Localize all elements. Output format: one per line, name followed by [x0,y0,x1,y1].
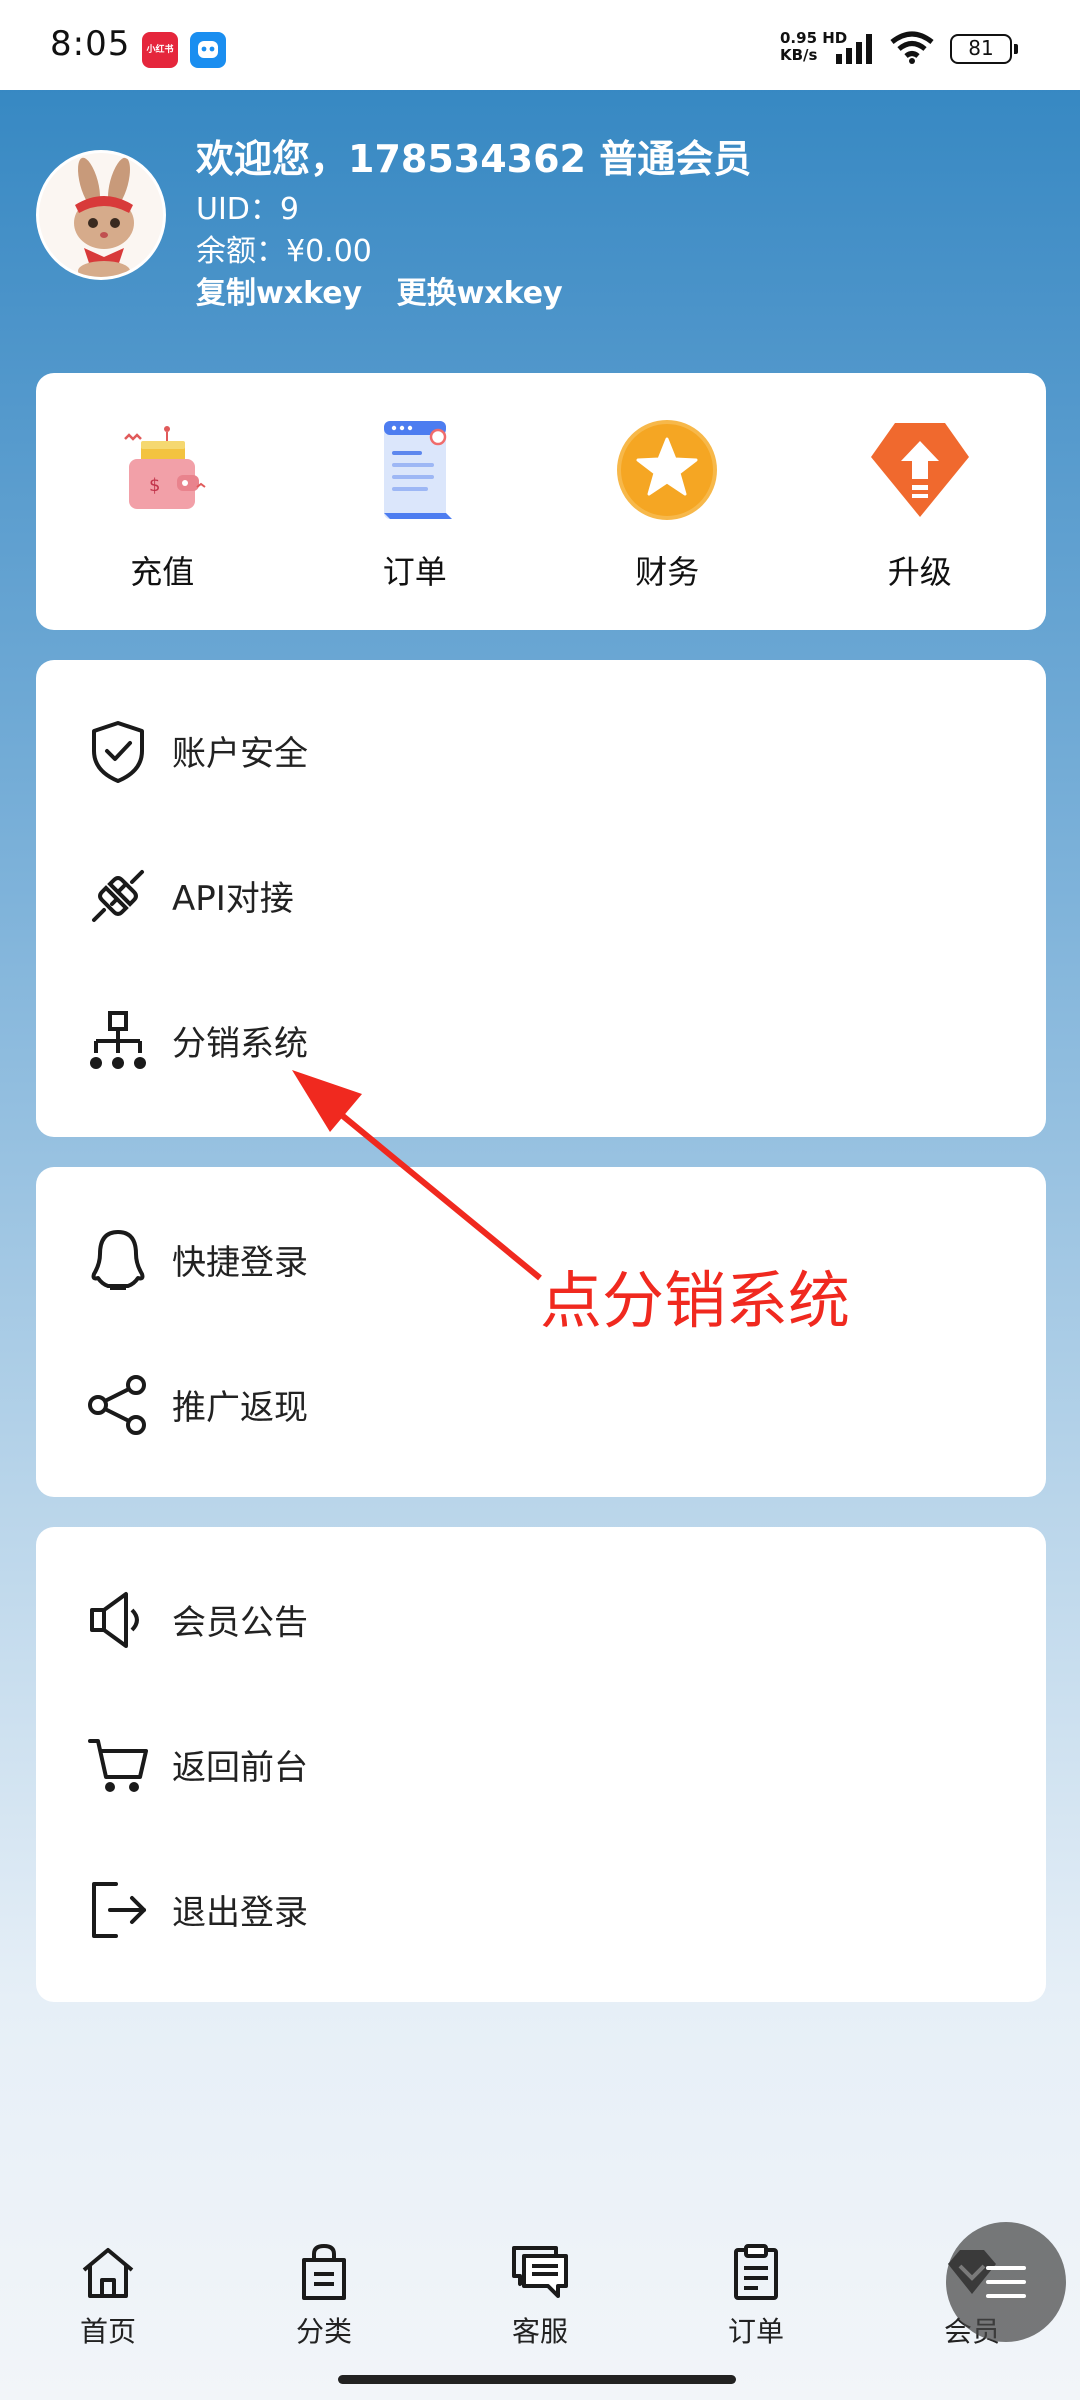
quick-actions-card: $ 充值 订单 财务 升级 [36,373,1046,630]
app-notification-icon [190,32,226,68]
cart-icon [86,1733,150,1797]
quick-action-orders[interactable]: 订单 [289,373,542,630]
speaker-icon [86,1588,150,1652]
home-indicator[interactable] [338,2375,736,2384]
menu-item-label: 会员公告 [172,1603,308,1643]
menu-item-label: 账户安全 [172,734,308,774]
menu-item-logout[interactable]: 退出登录 [36,1837,1046,1982]
copy-wxkey-link[interactable]: 复制wxkey [196,276,362,311]
quick-action-recharge[interactable]: $ 充值 [36,373,289,630]
quick-action-label: 充值 [130,553,195,591]
nav-label: 订单 [727,2315,784,2348]
quick-action-upgrade[interactable]: 升级 [794,373,1047,630]
rabbit-avatar-icon [39,153,163,277]
share-icon [86,1373,150,1437]
quick-action-label: 财务 [635,553,700,591]
nav-label: 分类 [295,2315,352,2348]
logout-icon [86,1878,150,1942]
annotation-text: 点分销系统 [540,1264,851,1337]
menu-item-account-security[interactable]: 账户安全 [36,678,1046,823]
nav-orders[interactable]: 订单 [648,2210,864,2400]
menu-item-label: 返回前台 [172,1748,308,1788]
svg-text:$: $ [149,475,160,496]
clipboard-icon [734,2244,778,2300]
qq-icon [86,1228,150,1292]
menu-item-referral-cashback[interactable]: 推广返现 [36,1332,1046,1477]
menu-item-api[interactable]: API对接 [36,823,1046,968]
signal-icon [836,34,880,68]
status-bar: 8:05 小红书 0.95 HD KB/s 81 [0,0,1080,90]
menu-item-back-to-frontend[interactable]: 返回前台 [36,1692,1046,1837]
home-icon [82,2248,134,2298]
menu-item-label: 分销系统 [172,1024,308,1064]
user-uid: UID：9 [196,192,299,227]
menu-item-distribution-system[interactable]: 分销系统 [36,968,1046,1113]
wallet-icon: $ [124,426,206,509]
floating-menu-button[interactable] [946,2222,1066,2342]
menu-item-label: 推广返现 [172,1388,308,1428]
bottom-nav: 首页 分类 客服 订单 会员 [0,2210,1080,2400]
menu-item-label: API对接 [172,879,294,919]
quick-action-label: 订单 [382,553,447,591]
star-icon [617,420,718,520]
menu-item-label: 快捷登录 [172,1243,308,1283]
change-wxkey-link[interactable]: 更换wxkey [397,276,563,311]
status-time: 8:05 [50,24,131,64]
quick-action-label: 升级 [887,553,952,591]
quick-action-finance[interactable]: 财务 [541,373,794,630]
upgrade-icon [870,423,969,517]
nav-home[interactable]: 首页 [0,2210,216,2400]
menu-group-misc: 会员公告 返回前台 退出登录 [36,1527,1046,2002]
plug-icon [86,864,150,928]
document-icon [383,421,452,519]
chat-icon [512,2246,568,2298]
nav-category[interactable]: 分类 [216,2210,432,2400]
wxkey-links: 复制wxkey 更换wxkey [196,268,587,312]
bag-icon [302,2244,346,2300]
hamburger-icon [986,2266,1026,2298]
nav-label: 客服 [511,2315,568,2348]
shield-check-icon [86,719,150,783]
nav-label: 首页 [79,2315,136,2348]
org-chart-icon [86,1009,150,1073]
wifi-icon [888,30,936,70]
xiaohongshu-app-icon: 小红书 [142,32,178,68]
menu-group-account: 账户安全 API对接 分销系统 [36,660,1046,1137]
avatar[interactable] [36,150,166,280]
welcome-title: 欢迎您，178534362 普通会员 [196,137,752,181]
menu-item-label: 退出登录 [172,1893,308,1933]
user-balance: 余额：¥0.00 [196,234,372,269]
menu-item-member-announcement[interactable]: 会员公告 [36,1547,1046,1692]
nav-customer-service[interactable]: 客服 [432,2210,648,2400]
battery-indicator: 81 [950,34,1018,64]
